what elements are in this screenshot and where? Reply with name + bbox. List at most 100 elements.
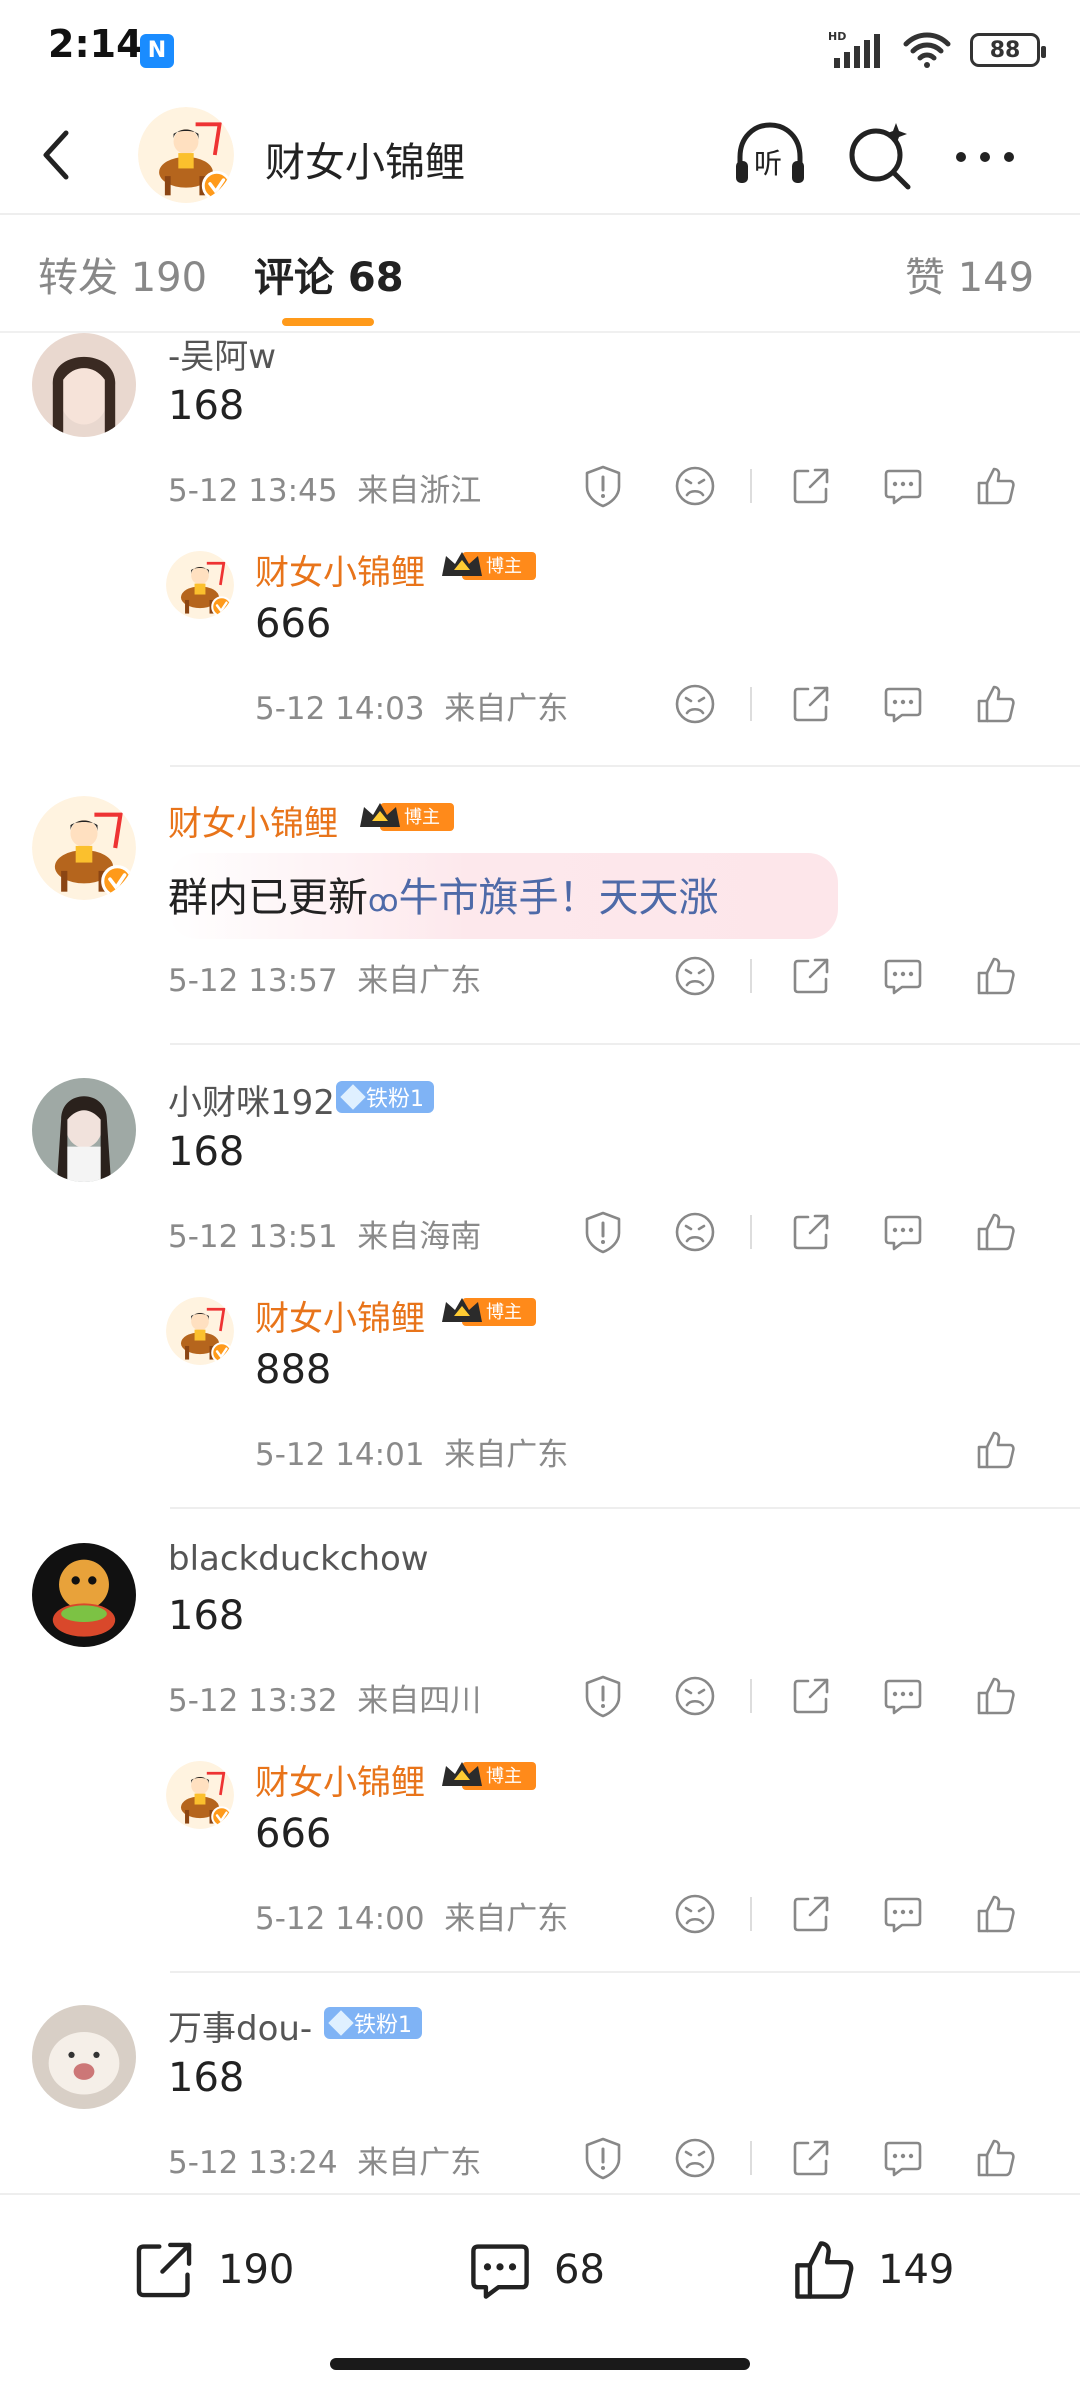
tab-bar: 转发 190 评论 68 赞 149 xyxy=(0,215,1080,333)
comment-text: 168 xyxy=(168,1129,245,1175)
report-icon[interactable] xyxy=(580,1673,626,1719)
comment-icon[interactable] xyxy=(880,1209,926,1255)
nfc-icon: N xyxy=(140,34,174,68)
comment-username[interactable]: 万事dou- xyxy=(168,2001,312,2050)
like-icon[interactable] xyxy=(973,1673,1019,1719)
comment-time: 5-12 13:51 xyxy=(168,1219,338,1255)
share-icon[interactable] xyxy=(788,1891,834,1937)
group-link[interactable]: 牛市旗手！天天涨 xyxy=(399,875,719,921)
svg-text:HD: HD xyxy=(828,30,846,43)
like-icon[interactable] xyxy=(973,953,1019,999)
comment-icon[interactable] xyxy=(880,463,926,509)
comment-username[interactable]: 小财咪192 xyxy=(168,1075,335,1124)
comment-icon[interactable] xyxy=(880,2135,926,2181)
search-icon[interactable] xyxy=(840,117,920,197)
like-icon[interactable] xyxy=(973,1209,1019,1255)
reply-avatar[interactable] xyxy=(166,551,234,619)
status-icons: HD 88 xyxy=(828,28,1046,72)
reply-text: 666 xyxy=(255,601,332,647)
dislike-icon[interactable] xyxy=(672,681,718,727)
report-icon[interactable] xyxy=(580,1209,626,1255)
comment-icon[interactable] xyxy=(880,1673,926,1719)
svg-text:博主: 博主 xyxy=(404,807,440,828)
blogger-badge-icon: 博主 xyxy=(438,1294,538,1330)
avatar[interactable] xyxy=(32,2005,136,2109)
share-icon[interactable] xyxy=(788,2135,834,2181)
listen-icon[interactable]: 听 xyxy=(730,117,810,197)
dislike-icon[interactable] xyxy=(672,953,718,999)
divider xyxy=(170,1507,1080,1509)
comment-username[interactable]: -吴阿w xyxy=(168,333,276,378)
tab-reposts[interactable]: 转发 190 xyxy=(38,245,207,303)
reply-text: 888 xyxy=(255,1347,332,1393)
action-separator xyxy=(750,687,752,721)
like-icon[interactable] xyxy=(973,681,1019,727)
dislike-icon[interactable] xyxy=(672,463,718,509)
avatar[interactable] xyxy=(32,796,136,900)
fan-badge: 铁粉1 xyxy=(336,1081,434,1113)
share-icon[interactable] xyxy=(788,953,834,999)
blogger-avatar[interactable] xyxy=(138,107,234,203)
like-button[interactable]: 149 xyxy=(788,2230,954,2310)
back-icon[interactable] xyxy=(32,125,82,185)
like-icon xyxy=(795,2241,854,2299)
reply-time: 5-12 14:00 xyxy=(255,1901,425,1937)
blogger-badge-icon: 博主 xyxy=(356,799,456,835)
comment-username[interactable]: 财女小锦鲤 xyxy=(168,796,338,845)
svg-text:听: 听 xyxy=(754,147,782,180)
comment-text: 168 xyxy=(168,1593,245,1639)
comment-time: 5-12 13:32 xyxy=(168,1683,338,1719)
reply-username[interactable]: 财女小锦鲤 xyxy=(255,1291,425,1340)
reply-avatar[interactable] xyxy=(166,1761,234,1829)
tab-comments[interactable]: 评论 68 xyxy=(254,245,404,303)
dislike-icon[interactable] xyxy=(672,1209,718,1255)
share-icon[interactable] xyxy=(788,1209,834,1255)
share-icon[interactable] xyxy=(788,463,834,509)
action-separator xyxy=(750,469,752,503)
comment-button[interactable]: 68 xyxy=(464,2230,605,2310)
like-icon[interactable] xyxy=(973,1427,1019,1473)
reply-time: 5-12 14:01 xyxy=(255,1437,425,1473)
avatar[interactable] xyxy=(32,1078,136,1182)
dislike-icon[interactable] xyxy=(672,2135,718,2181)
report-icon[interactable] xyxy=(580,463,626,509)
reply-text: 666 xyxy=(255,1811,332,1857)
comment-icon[interactable] xyxy=(880,1891,926,1937)
comment-count: 68 xyxy=(554,2247,605,2293)
active-tab-indicator xyxy=(282,318,374,326)
battery-indicator: 88 xyxy=(970,33,1046,67)
divider xyxy=(170,765,1080,767)
dislike-icon[interactable] xyxy=(672,1673,718,1719)
share-icon[interactable] xyxy=(788,1673,834,1719)
like-icon[interactable] xyxy=(973,463,1019,509)
action-separator xyxy=(750,959,752,993)
avatar[interactable] xyxy=(32,333,136,437)
signal-icon: HD xyxy=(828,30,880,68)
avatar[interactable] xyxy=(32,1543,136,1647)
more-icon[interactable] xyxy=(945,117,1025,197)
reply-avatar[interactable] xyxy=(166,1297,234,1365)
repost-button[interactable]: 190 xyxy=(128,2230,294,2310)
page-title[interactable]: 财女小锦鲤 xyxy=(265,130,465,188)
comment-location: 来自海南 xyxy=(357,1219,482,1255)
repost-count: 190 xyxy=(218,2247,295,2293)
comment-icon[interactable] xyxy=(880,681,926,727)
comment-username[interactable]: blackduckchow xyxy=(168,1539,429,1579)
like-count: 149 xyxy=(878,2247,955,2293)
comment-time: 5-12 13:57 xyxy=(168,963,338,999)
reply-location: 来自广东 xyxy=(444,1437,569,1473)
report-icon[interactable] xyxy=(580,2135,626,2181)
like-icon[interactable] xyxy=(973,1891,1019,1937)
share-icon[interactable] xyxy=(788,681,834,727)
tab-likes[interactable]: 赞 149 xyxy=(905,245,1034,303)
comment-location: 来自广东 xyxy=(357,2145,482,2181)
diamond-icon xyxy=(340,1084,366,1110)
like-icon[interactable] xyxy=(973,2135,1019,2181)
comment-location: 来自四川 xyxy=(357,1683,482,1719)
home-indicator[interactable] xyxy=(330,2358,750,2370)
comment-text: 群内已更新ꝏ牛市旗手！天天涨 xyxy=(168,875,719,921)
comment-icon[interactable] xyxy=(880,953,926,999)
reply-username[interactable]: 财女小锦鲤 xyxy=(255,1755,425,1804)
reply-username[interactable]: 财女小锦鲤 xyxy=(255,545,425,594)
dislike-icon[interactable] xyxy=(672,1891,718,1937)
